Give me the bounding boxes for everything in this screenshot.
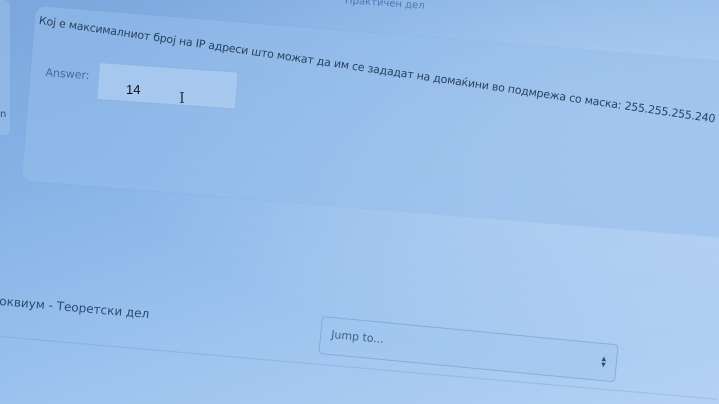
answer-value[interactable]: 14 [126,82,140,97]
left-sidebar-fragment: n [0,109,7,120]
jump-to-selected: Jump to... [330,328,385,346]
quiz-page: n Практичен дел Кој е максималниот број … [0,0,719,404]
chevron-up-down-icon: ▴ ▾ [600,354,607,371]
jump-to-select[interactable]: Jump to... ▴ ▾ [318,316,619,383]
section-heading: Практичен дел [344,0,425,12]
previous-activity-link[interactable]: оквиум - Теоретски дел [0,294,150,321]
question-card [21,6,719,239]
text-cursor-icon: I [179,89,185,107]
